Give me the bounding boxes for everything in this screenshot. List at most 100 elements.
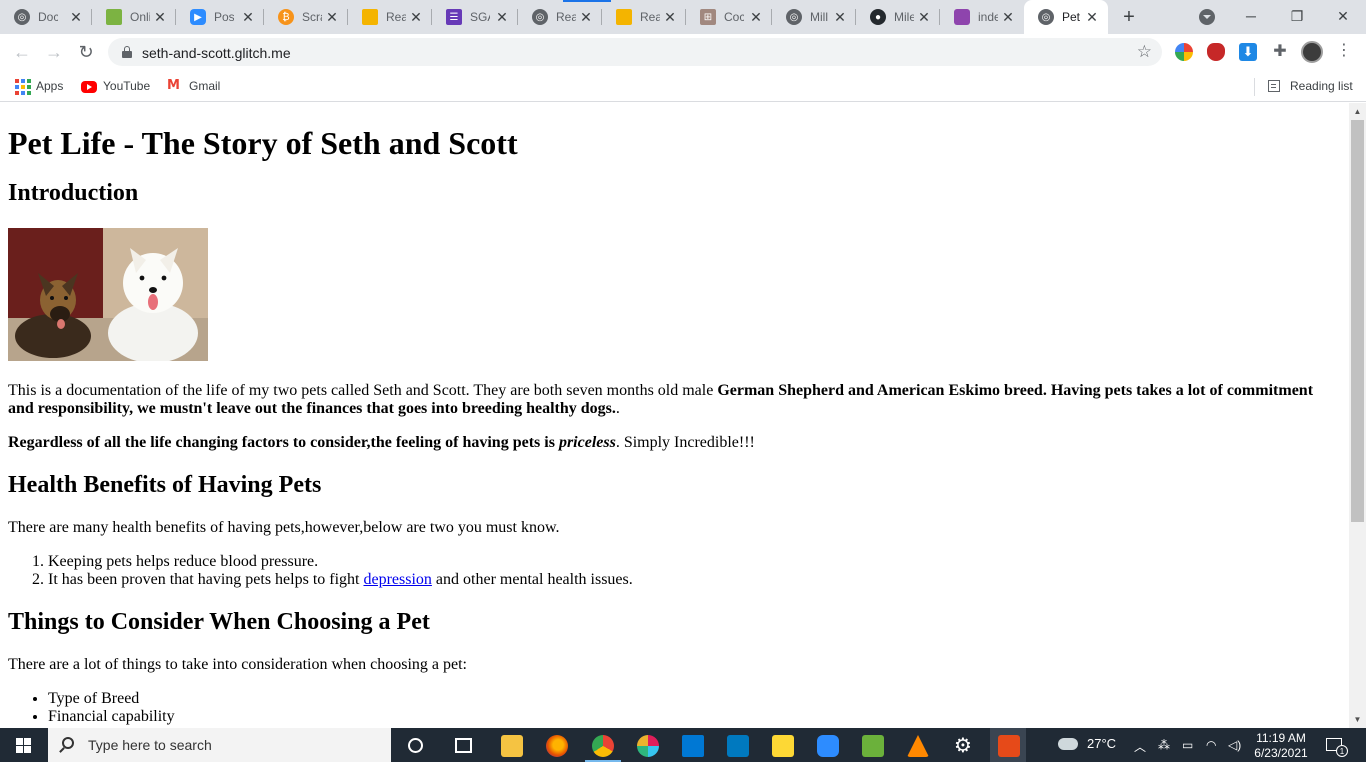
bookmark-star-icon[interactable]: ☆: [1137, 42, 1152, 62]
network-devices-icon[interactable]: ⁂: [1158, 738, 1170, 752]
tab[interactable]: Rea ✕: [348, 0, 432, 34]
taskbar-search-box[interactable]: Type here to search: [48, 728, 391, 762]
close-icon[interactable]: ✕: [1000, 9, 1016, 25]
scrollbar-thumb[interactable]: [1351, 120, 1364, 522]
intro-paragraph: This is a documentation of the life of m…: [8, 382, 1341, 418]
bookmark-apps[interactable]: Apps: [14, 76, 63, 96]
vscode-icon[interactable]: [682, 735, 704, 757]
close-icon[interactable]: ✕: [408, 9, 424, 25]
intro-text: This is a documentation of the life of m…: [8, 382, 718, 399]
tab-active[interactable]: ◎ Pet ✕: [1024, 0, 1108, 34]
vpn-app-icon[interactable]: [862, 735, 884, 757]
close-icon[interactable]: ✕: [832, 9, 848, 25]
tab[interactable]: inde ✕: [940, 0, 1024, 34]
tab[interactable]: Rea ✕: [602, 0, 686, 34]
bookmark-youtube[interactable]: YouTube: [81, 76, 150, 96]
zoom-app-icon[interactable]: [817, 735, 839, 757]
tab-title: Mill: [810, 10, 828, 24]
tab-title: Rea: [386, 10, 406, 24]
reading-list-button[interactable]: Reading list: [1268, 76, 1353, 96]
tab-title: inde: [978, 10, 998, 24]
tab-strip: ◎ Doc ✕ Onli ✕ ▶ Post ✕ ₿ Scra ✕ Rea ✕ ☰…: [0, 0, 1366, 34]
lock-icon[interactable]: [122, 46, 132, 58]
close-icon[interactable]: ✕: [68, 9, 84, 25]
volume-icon[interactable]: ◁): [1228, 738, 1241, 752]
system-clock[interactable]: 11:19 AM 6/23/2021: [1248, 731, 1314, 761]
notification-badge: 1: [1336, 745, 1348, 757]
cortana-icon[interactable]: [408, 738, 423, 753]
sticky-notes-icon[interactable]: [772, 735, 794, 757]
tab[interactable]: ◎ Doc ✕: [0, 0, 92, 34]
tab[interactable]: ◎ Rea ✕: [518, 0, 602, 34]
reload-button[interactable]: ↻: [72, 38, 100, 66]
window-close-icon[interactable]: ✕: [1320, 2, 1366, 30]
consider-list: Type of Breed Financial capability: [8, 690, 1341, 726]
scroll-up-arrow-icon[interactable]: ▲: [1349, 103, 1366, 120]
address-bar[interactable]: seth-and-scott.glitch.me ☆: [108, 38, 1162, 66]
close-icon[interactable]: ✕: [152, 9, 168, 25]
tab-search-icon[interactable]: [1199, 9, 1215, 25]
restore-icon[interactable]: ❐: [1274, 2, 1320, 30]
page-scrollbar[interactable]: ▲ ▼: [1349, 103, 1366, 728]
address-url[interactable]: seth-and-scott.glitch.me: [142, 45, 291, 61]
health-item2-pre: It has been proven that having pets help…: [48, 571, 364, 588]
bookmark-label: Apps: [36, 79, 64, 93]
tab[interactable]: ● Mile ✕: [856, 0, 940, 34]
tab[interactable]: ☰ SGA ✕: [432, 0, 518, 34]
profile-avatar[interactable]: [1301, 41, 1323, 63]
task-view-icon[interactable]: [455, 738, 472, 753]
zoom-icon: ▶: [190, 9, 206, 25]
forward-button[interactable]: →: [40, 38, 68, 66]
depression-link[interactable]: depression: [363, 571, 431, 588]
minimize-icon[interactable]: ─: [1228, 2, 1274, 30]
scroll-down-arrow-icon[interactable]: ▼: [1349, 711, 1366, 728]
menu-dots-icon[interactable]: ⋮: [1336, 42, 1352, 60]
health-list: Keeping pets helps reduce blood pressure…: [8, 553, 1341, 589]
battery-icon[interactable]: ▭: [1182, 738, 1193, 752]
tab[interactable]: ₿ Scra ✕: [264, 0, 348, 34]
bookmarks-bar: Apps YouTube M Gmail Reading list: [0, 70, 1366, 102]
slack-icon[interactable]: [637, 735, 659, 757]
back-button[interactable]: ←: [8, 38, 36, 66]
taskbar-search-placeholder[interactable]: Type here to search: [88, 737, 212, 753]
windows-taskbar: Type here to search ⚙ 27°C ︿ ⁂ ▭ ◠ ◁) 11…: [0, 728, 1366, 762]
close-icon[interactable]: ✕: [748, 9, 764, 25]
close-icon[interactable]: ✕: [916, 9, 932, 25]
consider-paragraph: There are a lot of things to take into c…: [8, 656, 467, 673]
reading-list-label: Reading list: [1290, 79, 1353, 93]
color-picker-extension-icon[interactable]: [1175, 43, 1193, 61]
file-explorer-icon[interactable]: [501, 735, 523, 757]
close-icon[interactable]: ✕: [578, 9, 594, 25]
firefox-icon[interactable]: [546, 735, 568, 757]
close-icon[interactable]: ✕: [494, 9, 510, 25]
trello-icon[interactable]: [727, 735, 749, 757]
close-icon[interactable]: ✕: [662, 9, 678, 25]
tab[interactable]: ▶ Post ✕: [176, 0, 264, 34]
close-icon[interactable]: ✕: [324, 9, 340, 25]
settings-gear-icon[interactable]: ⚙: [952, 735, 974, 757]
download-extension-icon[interactable]: ⬇: [1239, 43, 1257, 61]
tab[interactable]: ⊞ Coc ✕: [686, 0, 772, 34]
wifi-icon[interactable]: ◠: [1206, 738, 1216, 752]
tab-title: Rea: [556, 10, 576, 24]
close-icon[interactable]: ✕: [240, 9, 256, 25]
extensions-puzzle-icon[interactable]: ✚: [1271, 43, 1289, 61]
grid-icon: ⊞: [700, 9, 716, 25]
list-item: Financial capability: [48, 708, 1341, 726]
chevron-up-icon[interactable]: ︿: [1134, 738, 1146, 755]
vlc-icon[interactable]: [907, 735, 929, 757]
start-button[interactable]: [0, 728, 46, 762]
new-tab-button[interactable]: +: [1118, 6, 1140, 28]
weather-widget[interactable]: 27°C: [1058, 732, 1116, 751]
tab[interactable]: ◎ Mill ✕: [772, 0, 856, 34]
intro-tail: .: [615, 400, 620, 417]
close-icon[interactable]: ✕: [1084, 9, 1100, 25]
tab-title: SGA: [470, 10, 490, 24]
bug-extension-icon[interactable]: [1207, 43, 1225, 61]
bookmark-gmail[interactable]: M Gmail: [167, 76, 220, 96]
globe-icon: ◎: [1038, 9, 1054, 25]
tab[interactable]: Onli ✕: [92, 0, 176, 34]
chrome-icon[interactable]: [592, 735, 614, 757]
youtube-icon: [81, 81, 97, 93]
paint-app-icon[interactable]: [998, 735, 1020, 757]
